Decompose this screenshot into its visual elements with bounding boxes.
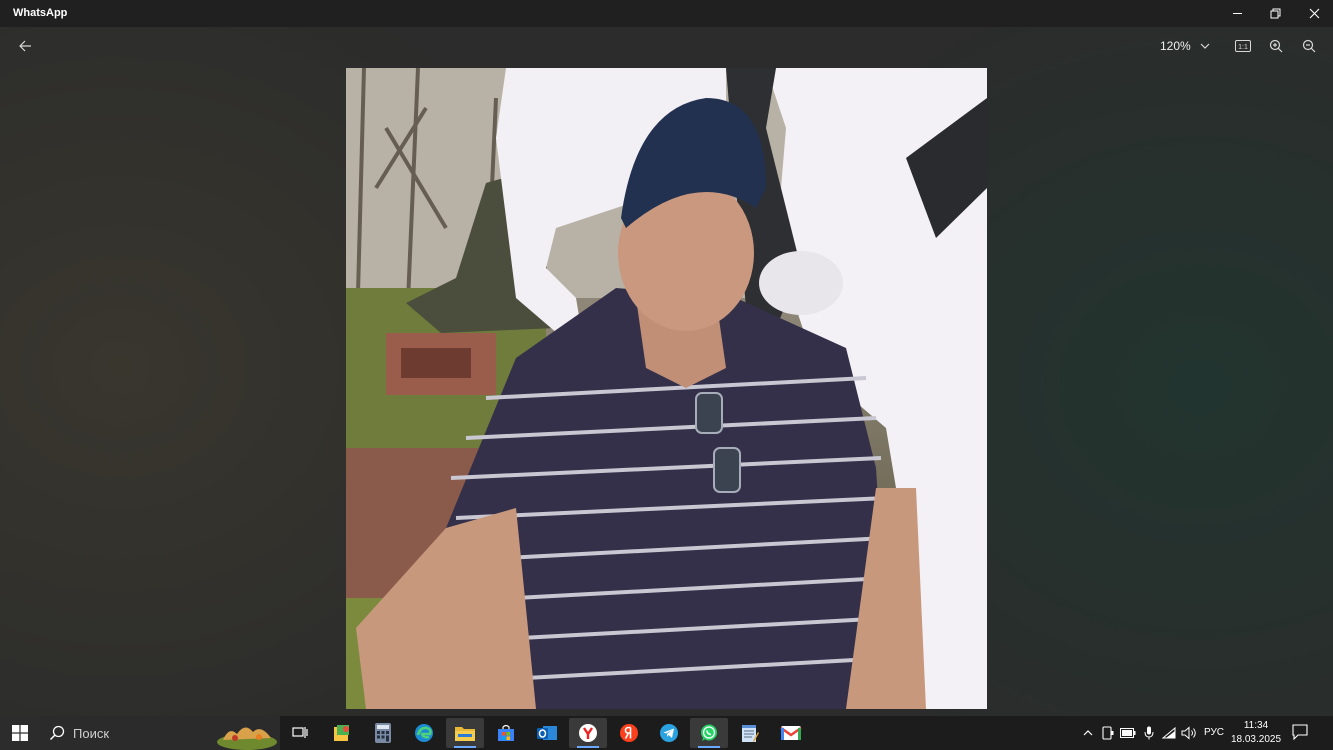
zoom-dropdown[interactable] bbox=[1196, 37, 1214, 55]
windows-logo-icon bbox=[12, 725, 28, 741]
whatsapp-icon bbox=[701, 724, 717, 741]
taskbar-app-yandex-browser[interactable] bbox=[569, 718, 607, 748]
notification-center-button[interactable] bbox=[1292, 724, 1310, 742]
restore-icon bbox=[1270, 8, 1280, 19]
close-icon bbox=[1309, 8, 1319, 19]
store-icon bbox=[498, 724, 514, 741]
search-placeholder: Поиск bbox=[73, 726, 110, 741]
photo bbox=[346, 68, 987, 709]
tray-battery[interactable] bbox=[1120, 725, 1136, 741]
task-view-button[interactable] bbox=[281, 718, 319, 748]
zoom-level[interactable]: 120% bbox=[1160, 39, 1191, 53]
notification-icon bbox=[1292, 724, 1308, 741]
zoom-out-button[interactable] bbox=[1299, 36, 1319, 56]
image-viewer: 120% 1:1 bbox=[0, 27, 1333, 716]
battery-icon bbox=[1120, 728, 1136, 738]
search-icon bbox=[49, 725, 65, 741]
wifi-icon bbox=[1162, 727, 1176, 739]
taskbar-app-paint[interactable] bbox=[323, 718, 361, 748]
search-highlight-image bbox=[217, 727, 277, 750]
volume-icon bbox=[1181, 726, 1196, 740]
chevron-down-icon bbox=[1200, 43, 1210, 49]
actual-size-glyph: 1:1 bbox=[1238, 44, 1248, 51]
gmail-icon bbox=[780, 726, 802, 740]
tray-microphone[interactable] bbox=[1141, 725, 1157, 741]
tray-volume[interactable] bbox=[1181, 725, 1197, 741]
taskbar-app-notepad[interactable] bbox=[731, 718, 769, 748]
app-title: WhatsApp bbox=[13, 7, 68, 19]
chevron-up-icon bbox=[1083, 730, 1093, 736]
taskbar-search[interactable]: Поиск bbox=[40, 716, 280, 750]
close-button[interactable] bbox=[1295, 0, 1333, 27]
taskbar-app-outlook[interactable] bbox=[528, 718, 566, 748]
minimize-icon bbox=[1232, 13, 1242, 14]
telegram-icon bbox=[660, 724, 678, 742]
microphone-icon bbox=[1144, 726, 1154, 740]
tray-network[interactable] bbox=[1161, 725, 1177, 741]
input-language[interactable]: РУС bbox=[1204, 727, 1224, 738]
taskbar: Поиск РУС 11:34 18.03.2025 bbox=[0, 716, 1333, 750]
actual-size-button[interactable]: 1:1 bbox=[1232, 36, 1254, 56]
yandex-icon bbox=[620, 724, 638, 742]
title-bar: WhatsApp bbox=[0, 0, 1333, 27]
clock-date: 18.03.2025 bbox=[1230, 734, 1282, 745]
taskbar-app-telegram[interactable] bbox=[650, 718, 688, 748]
device-icon bbox=[1102, 726, 1114, 740]
clock-time: 11:34 bbox=[1243, 720, 1269, 731]
taskbar-app-calculator[interactable] bbox=[364, 718, 402, 748]
folder-icon bbox=[455, 727, 475, 741]
outlook-icon bbox=[537, 726, 557, 740]
start-button[interactable] bbox=[0, 716, 40, 750]
zoom-in-icon bbox=[1269, 39, 1283, 53]
edge-icon bbox=[415, 724, 433, 742]
taskbar-app-store[interactable] bbox=[487, 718, 525, 748]
clock[interactable]: 11:34 18.03.2025 bbox=[1228, 719, 1284, 747]
zoom-out-icon bbox=[1302, 39, 1316, 53]
task-view-icon bbox=[292, 727, 308, 738]
back-arrow-icon bbox=[18, 40, 31, 52]
tray-overflow-button[interactable] bbox=[1080, 725, 1096, 741]
tray-meet-now[interactable] bbox=[1100, 725, 1116, 741]
calculator-icon bbox=[375, 723, 391, 743]
zoom-in-button[interactable] bbox=[1266, 36, 1286, 56]
restore-button[interactable] bbox=[1256, 0, 1294, 27]
taskbar-app-file-explorer[interactable] bbox=[446, 718, 484, 748]
paint-icon bbox=[334, 725, 349, 741]
yandex-browser-icon bbox=[579, 724, 597, 742]
taskbar-app-yandex[interactable] bbox=[610, 718, 648, 748]
taskbar-app-gmail[interactable] bbox=[772, 718, 810, 748]
notepad-icon bbox=[742, 725, 759, 742]
back-button[interactable] bbox=[12, 35, 38, 57]
taskbar-app-whatsapp[interactable] bbox=[690, 718, 728, 748]
actual-size-icon: 1:1 bbox=[1235, 40, 1251, 52]
minimize-button[interactable] bbox=[1218, 0, 1256, 27]
taskbar-app-edge[interactable] bbox=[405, 718, 443, 748]
